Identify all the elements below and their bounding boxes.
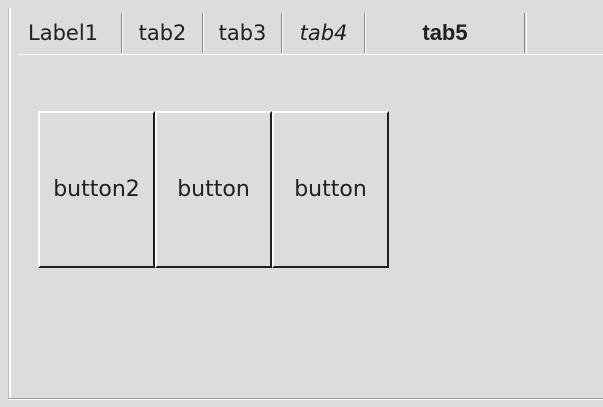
tab-bar: Label1 tab2 tab3 tab4 tab5	[19, 13, 527, 53]
tab-tab3[interactable]: tab3	[203, 13, 284, 53]
tab-label: tab4	[299, 21, 348, 45]
tab-tab2[interactable]: tab2	[122, 13, 205, 53]
tab-label: tab5	[422, 20, 468, 45]
frame-bottom-highlight	[8, 399, 603, 400]
tab-label: tab3	[218, 21, 267, 45]
tab-tab4[interactable]: tab4	[282, 13, 367, 53]
button-row: button2 button button	[38, 111, 389, 268]
tab-bar-underline	[19, 54, 603, 55]
button-button-2[interactable]: button	[272, 111, 389, 268]
button2-button[interactable]: button2	[38, 111, 155, 268]
tab-window: Label1 tab2 tab3 tab4 tab5 button2 butto…	[0, 0, 603, 407]
tab-label1[interactable]: Label1	[19, 13, 124, 53]
frame-left-border	[8, 8, 11, 400]
tab-tab5[interactable]: tab5	[365, 13, 527, 53]
tab-label: Label1	[28, 21, 99, 45]
button-button-1[interactable]: button	[155, 111, 272, 268]
tab-label: tab2	[138, 21, 187, 45]
